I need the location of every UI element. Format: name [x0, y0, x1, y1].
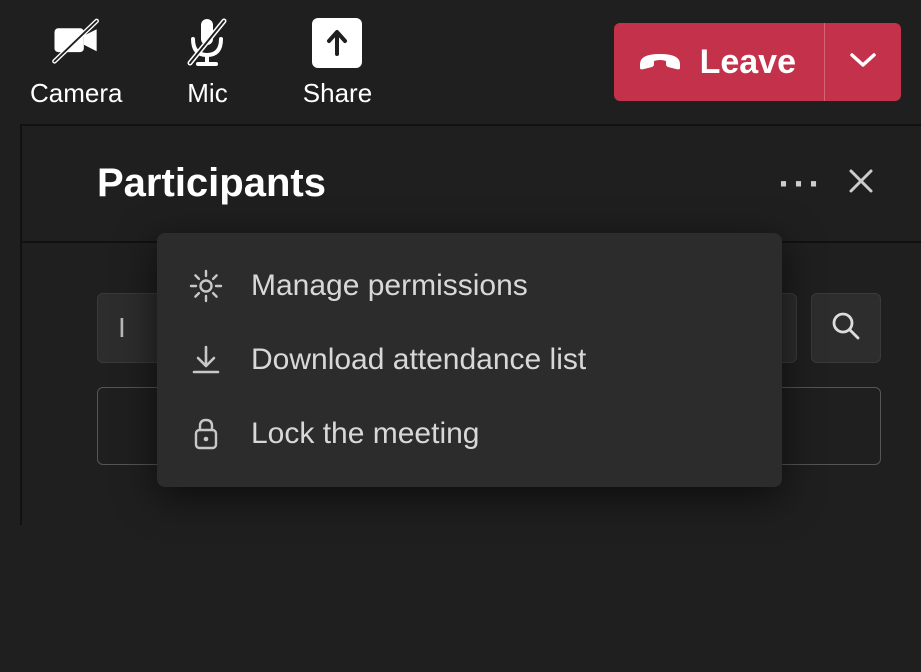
menu-item-label: Download attendance list	[251, 343, 586, 377]
menu-item-label: Manage permissions	[251, 269, 528, 303]
menu-item-download-attendance[interactable]: Download attendance list	[157, 323, 782, 397]
menu-item-manage-permissions[interactable]: Manage permissions	[157, 249, 782, 323]
camera-label: Camera	[30, 78, 122, 109]
participants-panel: Participants ··· I	[0, 124, 921, 525]
leave-button[interactable]: Leave	[614, 23, 824, 101]
lock-icon	[187, 415, 225, 453]
leave-label: Leave	[700, 43, 796, 82]
meeting-toolbar: Camera Mic Share	[0, 0, 921, 124]
share-button[interactable]: Share	[292, 15, 382, 109]
menu-item-label: Lock the meeting	[251, 417, 479, 451]
phone-hangup-icon	[636, 48, 684, 77]
close-icon	[847, 167, 875, 200]
mic-button[interactable]: Mic	[162, 15, 252, 109]
share-label: Share	[303, 78, 372, 109]
mic-label: Mic	[187, 78, 227, 109]
search-button[interactable]	[811, 293, 881, 363]
mic-off-icon	[180, 15, 235, 70]
participants-context-menu: Manage permissions Download attendance l…	[157, 233, 782, 487]
panel-header: Participants ···	[20, 124, 921, 241]
share-icon	[310, 15, 365, 70]
search-icon	[830, 310, 862, 347]
camera-off-icon	[49, 15, 104, 70]
panel-body: I	[20, 241, 921, 525]
leave-dropdown-button[interactable]	[824, 23, 901, 101]
gear-icon	[187, 267, 225, 305]
panel-title: Participants	[97, 161, 761, 206]
menu-item-lock-meeting[interactable]: Lock the meeting	[157, 397, 782, 471]
chevron-down-icon	[849, 52, 877, 73]
download-icon	[187, 341, 225, 379]
more-options-button[interactable]: ···	[781, 164, 821, 204]
invite-input-text: I	[118, 312, 126, 344]
camera-button[interactable]: Camera	[30, 15, 122, 109]
leave-button-group: Leave	[614, 23, 901, 101]
close-panel-button[interactable]	[841, 164, 881, 204]
more-horizontal-icon: ···	[779, 166, 824, 202]
